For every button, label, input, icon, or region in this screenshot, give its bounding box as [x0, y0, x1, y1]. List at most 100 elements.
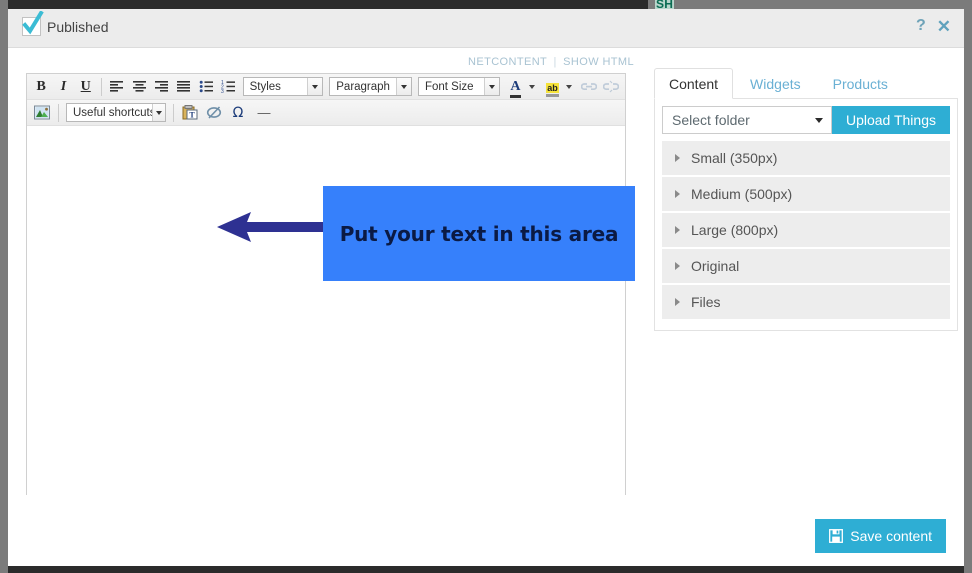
- text-color-control[interactable]: A: [503, 76, 538, 98]
- text-color-swatch: [510, 95, 521, 98]
- asset-size-accordion: Small (350px) Medium (500px) Large (800p…: [662, 141, 950, 319]
- paragraph-format-select[interactable]: Paragraph: [329, 77, 412, 96]
- align-left-icon: [110, 81, 124, 92]
- editor-modal: Published ? ✕ NETCONTENT | SHOW HTML B I…: [8, 9, 964, 566]
- editor-toolbar-row-1: B I U 1 2 3 Styles Paragraph Font Size A…: [27, 74, 625, 100]
- background-bottom-bar: [8, 565, 964, 573]
- accordion-label: Original: [691, 258, 740, 274]
- editor-toolbar-row-2: Useful shortcuts T Ω —: [27, 100, 625, 126]
- svg-text:T: T: [189, 111, 195, 120]
- chevron-right-icon: [675, 226, 680, 234]
- special-character-button[interactable]: Ω: [227, 102, 249, 123]
- bullet-list-icon: [199, 80, 213, 93]
- italic-icon: I: [60, 78, 67, 94]
- netcontent-link[interactable]: NETCONTENT: [468, 56, 547, 68]
- underline-button[interactable]: U: [76, 76, 96, 97]
- asset-panel-column: Content Widgets Products Select folder U…: [654, 48, 960, 331]
- text-color-button[interactable]: A: [504, 76, 526, 98]
- accordion-item-medium[interactable]: Medium (500px): [662, 177, 950, 211]
- highlight-color-control[interactable]: ab: [540, 76, 575, 97]
- insert-image-button[interactable]: [31, 102, 53, 123]
- styles-select-arrow: [307, 78, 323, 95]
- styles-select[interactable]: Styles: [242, 77, 324, 96]
- accordion-item-large[interactable]: Large (800px): [662, 213, 950, 247]
- rich-text-editor: B I U 1 2 3 Styles Paragraph Font Size A…: [26, 73, 635, 520]
- accordion-label: Medium (500px): [691, 186, 793, 202]
- chevron-down-icon: [814, 117, 823, 123]
- checkmark-icon: [22, 11, 44, 35]
- svg-text:3: 3: [221, 89, 224, 93]
- bold-button[interactable]: B: [31, 76, 51, 97]
- numbered-list-button[interactable]: 123: [218, 76, 238, 97]
- chevron-down-icon: [155, 110, 162, 115]
- accordion-label: Large (800px): [691, 222, 779, 238]
- upload-things-button[interactable]: Upload Things: [831, 106, 950, 134]
- asset-panel-box: Select folder Upload Things Small (350px…: [654, 98, 958, 331]
- published-checkbox[interactable]: [22, 11, 44, 36]
- header-icon-group: ? ✕: [916, 17, 951, 35]
- show-html-link[interactable]: SHOW HTML: [563, 56, 634, 68]
- numbered-list-icon: 123: [221, 80, 235, 93]
- accordion-item-original[interactable]: Original: [662, 249, 950, 283]
- tab-widgets[interactable]: Widgets: [735, 68, 816, 98]
- left-arrow-icon: [217, 212, 329, 242]
- accordion-label: Files: [691, 294, 721, 310]
- font-size-select-label: Font Size: [424, 80, 474, 93]
- accordion-label: Small (350px): [691, 150, 778, 166]
- tab-content[interactable]: Content: [654, 68, 734, 99]
- insert-link-button: [578, 76, 598, 97]
- published-checkbox-group[interactable]: Published: [22, 11, 109, 36]
- image-icon: [34, 105, 50, 120]
- align-right-button[interactable]: [151, 76, 171, 97]
- italic-button[interactable]: I: [53, 76, 73, 97]
- save-floppy-icon: [829, 529, 844, 543]
- eraser-icon: [206, 106, 222, 119]
- published-label: Published: [47, 18, 109, 35]
- modal-header: Published ? ✕: [8, 9, 964, 48]
- chevron-down-icon[interactable]: [566, 84, 573, 89]
- save-content-button[interactable]: Save content: [815, 519, 946, 553]
- editor-content-area[interactable]: Put your text in this area: [27, 126, 635, 520]
- useful-shortcuts-label: Useful shortcuts: [73, 106, 152, 119]
- font-size-select-arrow: [484, 78, 500, 95]
- align-center-icon: [132, 81, 146, 92]
- paste-as-text-button[interactable]: T: [179, 102, 201, 123]
- tab-products[interactable]: Products: [818, 68, 903, 98]
- folder-upload-row: Select folder Upload Things: [662, 106, 950, 134]
- accordion-item-small[interactable]: Small (350px): [662, 141, 950, 175]
- align-left-button[interactable]: [107, 76, 127, 97]
- unlink-icon: [602, 80, 619, 93]
- align-center-button[interactable]: [129, 76, 149, 97]
- chevron-down-icon: [400, 84, 407, 89]
- highlight-color-button[interactable]: ab: [541, 76, 563, 97]
- links-divider: |: [553, 56, 557, 68]
- toolbar-separator: [173, 103, 174, 122]
- annotation-box: Put your text in this area: [323, 186, 635, 281]
- paste-as-text-icon: T: [182, 105, 198, 120]
- font-size-select[interactable]: Font Size: [417, 77, 501, 96]
- chevron-down-icon[interactable]: [529, 84, 536, 89]
- accordion-item-files[interactable]: Files: [662, 285, 950, 319]
- horizontal-rule-button[interactable]: —: [251, 102, 277, 123]
- asset-panel-tabs: Content Widgets Products: [654, 48, 960, 99]
- styles-select-label: Styles: [249, 80, 281, 93]
- chevron-right-icon: [675, 262, 680, 270]
- help-icon[interactable]: ?: [916, 17, 926, 35]
- folder-select[interactable]: Select folder: [662, 106, 832, 134]
- useful-shortcuts-arrow: [151, 104, 165, 121]
- remove-format-button[interactable]: [203, 102, 225, 123]
- bullet-list-button[interactable]: [196, 76, 216, 97]
- close-icon[interactable]: ✕: [937, 18, 951, 35]
- chevron-right-icon: [675, 190, 680, 198]
- save-content-label: Save content: [850, 528, 932, 544]
- annotation-box-text: Put your text in this area: [339, 221, 619, 246]
- toolbar-separator: [58, 103, 59, 122]
- align-right-icon: [155, 81, 169, 92]
- highlight-color-icon: ab: [546, 83, 559, 93]
- link-icon: [580, 83, 597, 91]
- folder-select-value: Select folder: [672, 112, 750, 128]
- highlight-color-swatch: [546, 94, 559, 97]
- chevron-right-icon: [675, 154, 680, 162]
- align-justify-button[interactable]: [174, 76, 194, 97]
- useful-shortcuts-select[interactable]: Useful shortcuts: [66, 103, 166, 122]
